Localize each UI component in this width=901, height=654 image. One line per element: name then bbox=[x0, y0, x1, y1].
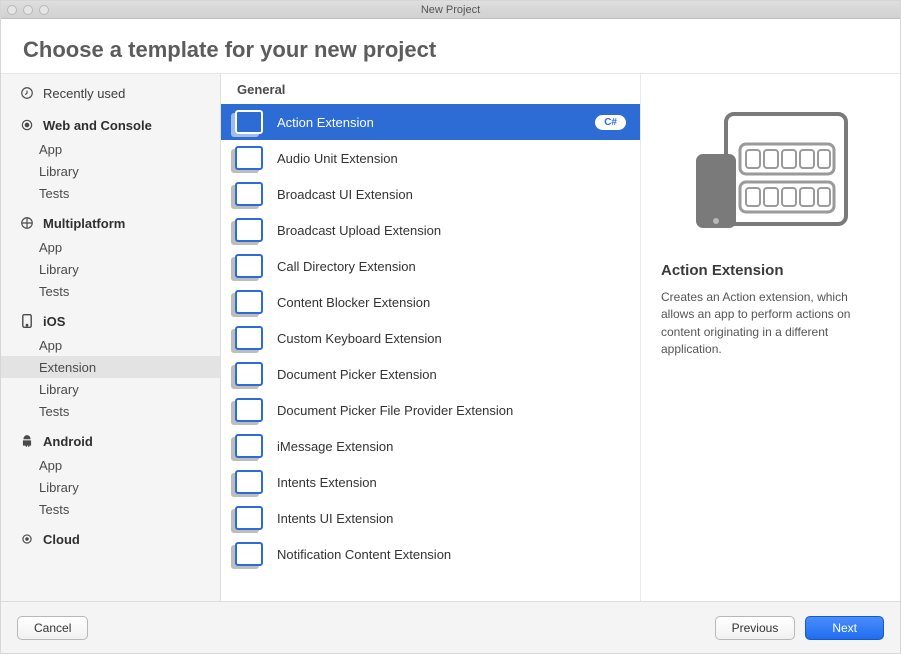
extension-icon bbox=[235, 290, 263, 314]
sidebar-group-label: Multiplatform bbox=[43, 216, 125, 231]
sidebar-recently-used-label: Recently used bbox=[43, 86, 125, 101]
detail-illustration bbox=[661, 94, 880, 244]
sidebar-group-label: Android bbox=[43, 434, 93, 449]
template-label: Custom Keyboard Extension bbox=[277, 331, 626, 346]
platform-icon bbox=[19, 216, 34, 231]
sidebar-item[interactable]: App bbox=[1, 236, 220, 258]
sidebar-item[interactable]: Tests bbox=[1, 182, 220, 204]
sidebar-item[interactable]: Library bbox=[1, 160, 220, 182]
target-icon bbox=[19, 118, 34, 133]
detail-description: Creates an Action extension, which allow… bbox=[661, 289, 880, 359]
extension-icon bbox=[235, 398, 263, 422]
sidebar-group-label: Cloud bbox=[43, 532, 80, 547]
extension-icon bbox=[235, 470, 263, 494]
cancel-button[interactable]: Cancel bbox=[17, 616, 88, 640]
extension-icon bbox=[235, 362, 263, 386]
template-label: Audio Unit Extension bbox=[277, 151, 626, 166]
new-project-window: New Project Choose a template for your n… bbox=[0, 0, 901, 654]
sidebar-item[interactable]: App bbox=[1, 454, 220, 476]
sidebar-group-label: iOS bbox=[43, 314, 65, 329]
extension-icon bbox=[235, 110, 263, 134]
extension-icon bbox=[235, 146, 263, 170]
previous-button[interactable]: Previous bbox=[715, 616, 796, 640]
template-panel: General Action Extension C# Audio Unit Ext… bbox=[221, 74, 640, 601]
titlebar: New Project bbox=[1, 1, 900, 19]
template-label: Action Extension bbox=[277, 115, 581, 130]
sidebar-group-label: Web and Console bbox=[43, 118, 152, 133]
template-label: Content Blocker Extension bbox=[277, 295, 626, 310]
template-row[interactable]: Call Directory Extension bbox=[221, 248, 640, 284]
sidebar-item[interactable]: Library bbox=[1, 378, 220, 400]
template-label: Notification Content Extension bbox=[277, 547, 626, 562]
extension-icon bbox=[235, 218, 263, 242]
template-label: Broadcast UI Extension bbox=[277, 187, 626, 202]
extension-icon bbox=[235, 326, 263, 350]
zoom-window-button[interactable] bbox=[39, 5, 49, 15]
sidebar[interactable]: Recently used Web and Console App Librar… bbox=[1, 74, 221, 601]
template-row[interactable]: Intents Extension bbox=[221, 464, 640, 500]
sidebar-item[interactable]: App bbox=[1, 138, 220, 160]
sidebar-item-extension[interactable]: Extension bbox=[1, 356, 220, 378]
template-row[interactable]: Intents UI Extension bbox=[221, 500, 640, 536]
minimize-window-button[interactable] bbox=[23, 5, 33, 15]
next-button[interactable]: Next bbox=[805, 616, 884, 640]
template-row[interactable]: iMessage Extension bbox=[221, 428, 640, 464]
sidebar-item[interactable]: Tests bbox=[1, 400, 220, 422]
template-label: Intents UI Extension bbox=[277, 511, 626, 526]
template-row[interactable]: Document Picker File Provider Extension bbox=[221, 392, 640, 428]
section-header: General bbox=[221, 74, 640, 104]
template-label: Broadcast Upload Extension bbox=[277, 223, 626, 238]
cloud-icon bbox=[19, 532, 34, 547]
android-icon bbox=[19, 434, 34, 449]
sidebar-group-multiplatform[interactable]: Multiplatform bbox=[1, 210, 220, 236]
template-row[interactable]: Content Blocker Extension bbox=[221, 284, 640, 320]
language-badge: C# bbox=[595, 115, 626, 130]
detail-name: Action Extension bbox=[661, 262, 880, 279]
template-label: Intents Extension bbox=[277, 475, 626, 490]
template-list[interactable]: Action Extension C# Audio Unit Extension Br… bbox=[221, 104, 640, 601]
template-row[interactable]: Audio Unit Extension bbox=[221, 140, 640, 176]
sidebar-item[interactable]: Library bbox=[1, 258, 220, 280]
traffic-lights bbox=[1, 5, 49, 15]
template-label: Document Picker File Provider Extension bbox=[277, 403, 626, 418]
clock-icon bbox=[19, 86, 34, 101]
sidebar-item[interactable]: Library bbox=[1, 476, 220, 498]
extension-icon bbox=[235, 506, 263, 530]
detail-panel: Action Extension Creates an Action exten… bbox=[640, 74, 900, 601]
sidebar-group-cloud[interactable]: Cloud bbox=[1, 526, 220, 552]
footer-right: Previous Next bbox=[715, 616, 884, 640]
template-row[interactable]: Broadcast UI Extension bbox=[221, 176, 640, 212]
template-label: iMessage Extension bbox=[277, 439, 626, 454]
sidebar-group-web-console[interactable]: Web and Console bbox=[1, 112, 220, 138]
close-window-button[interactable] bbox=[7, 5, 17, 15]
template-row[interactable]: Document Picker Extension bbox=[221, 356, 640, 392]
sidebar-recently-used[interactable]: Recently used bbox=[1, 80, 220, 106]
extension-icon bbox=[235, 542, 263, 566]
page-title: Choose a template for your new project bbox=[1, 19, 900, 73]
sidebar-item[interactable]: Tests bbox=[1, 280, 220, 302]
extension-icon bbox=[235, 182, 263, 206]
template-row[interactable]: Custom Keyboard Extension bbox=[221, 320, 640, 356]
extension-icon bbox=[235, 434, 263, 458]
sidebar-item[interactable]: App bbox=[1, 334, 220, 356]
extension-icon bbox=[235, 254, 263, 278]
template-label: Document Picker Extension bbox=[277, 367, 626, 382]
template-row[interactable]: Action Extension C# bbox=[221, 104, 640, 140]
sidebar-item[interactable]: Tests bbox=[1, 498, 220, 520]
template-row[interactable]: Broadcast Upload Extension bbox=[221, 212, 640, 248]
sidebar-group-android[interactable]: Android bbox=[1, 428, 220, 454]
window-title: New Project bbox=[1, 4, 900, 16]
footer: Cancel Previous Next bbox=[1, 601, 900, 653]
template-row[interactable]: Notification Content Extension bbox=[221, 536, 640, 572]
content-columns: Recently used Web and Console App Librar… bbox=[1, 73, 900, 601]
phone-icon bbox=[19, 314, 34, 329]
template-label: Call Directory Extension bbox=[277, 259, 626, 274]
sidebar-group-ios[interactable]: iOS bbox=[1, 308, 220, 334]
